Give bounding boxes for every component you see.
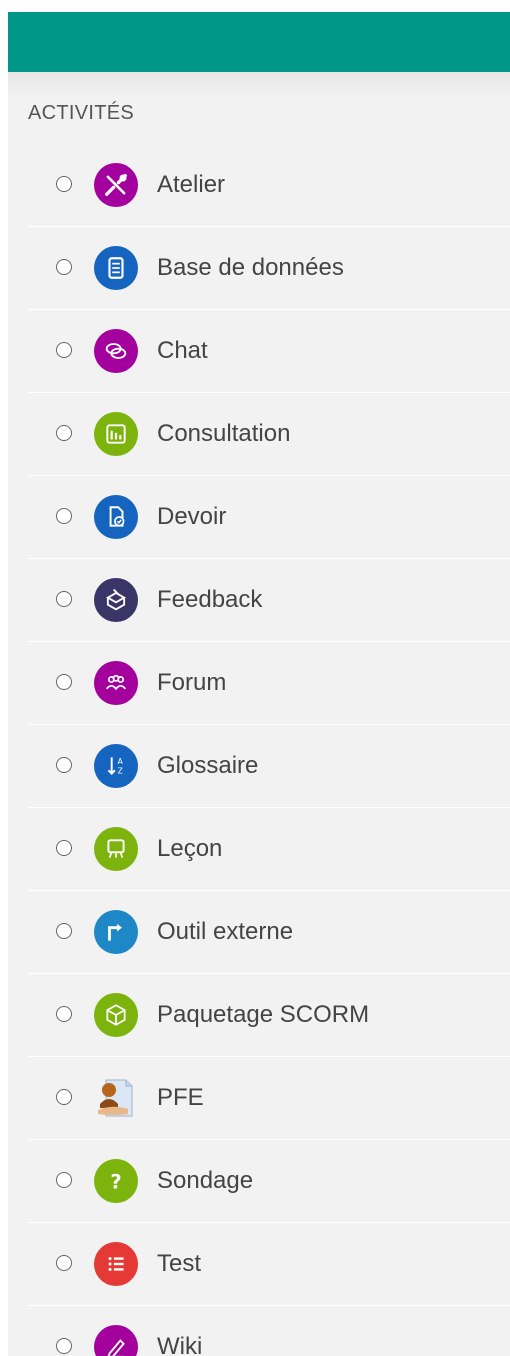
radio-button[interactable] (56, 923, 72, 939)
svg-text:A: A (118, 757, 124, 766)
radio-button[interactable] (56, 176, 72, 192)
radio-button[interactable] (56, 342, 72, 358)
activity-item-glossaire[interactable]: A Z Glossaire (28, 725, 510, 808)
activity-label: Glossaire (157, 752, 259, 779)
radio-button[interactable] (56, 1172, 72, 1188)
radio-button[interactable] (56, 674, 72, 690)
radio-button[interactable] (56, 1006, 72, 1022)
chart-icon (94, 412, 138, 456)
lesson-icon (94, 827, 138, 871)
activity-label: Consultation (157, 420, 291, 447)
external-tool-icon (94, 910, 138, 954)
activities-panel: ACTIVITÉS Atelier Base de données Chat C… (8, 12, 510, 1356)
activity-item-devoir[interactable]: Devoir (28, 476, 510, 559)
activity-item-atelier[interactable]: Atelier (28, 144, 510, 227)
radio-button[interactable] (56, 259, 72, 275)
activity-item-sondage[interactable]: ? Sondage (28, 1140, 510, 1223)
panel-header (8, 12, 510, 72)
activity-item-consultation[interactable]: Consultation (28, 393, 510, 476)
test-icon (94, 1242, 138, 1286)
pfe-icon (94, 1076, 138, 1120)
radio-button[interactable] (56, 840, 72, 856)
scorm-package-icon (94, 993, 138, 1037)
header-shadow (8, 72, 510, 98)
radio-button[interactable] (56, 425, 72, 441)
activity-item-paquetage-scorm[interactable]: Paquetage SCORM (28, 974, 510, 1057)
activity-item-lecon[interactable]: Leçon (28, 808, 510, 891)
radio-button[interactable] (56, 757, 72, 773)
survey-icon: ? (94, 1159, 138, 1203)
activity-item-feedback[interactable]: Feedback (28, 559, 510, 642)
activity-label: Wiki (157, 1333, 203, 1356)
radio-button[interactable] (56, 1089, 72, 1105)
activity-list: Atelier Base de données Chat Consultatio… (28, 144, 510, 1356)
activity-label: Chat (157, 337, 208, 364)
activity-label: Feedback (157, 586, 263, 613)
activity-label: Atelier (157, 171, 226, 198)
activity-item-base-de-donnees[interactable]: Base de données (28, 227, 510, 310)
forum-icon (94, 661, 138, 705)
activity-label: Base de données (157, 254, 344, 281)
database-icon (94, 246, 138, 290)
chat-icon (94, 329, 138, 373)
activity-label: Outil externe (157, 918, 294, 945)
radio-button[interactable] (56, 1255, 72, 1271)
activity-item-chat[interactable]: Chat (28, 310, 510, 393)
activity-label: PFE (157, 1084, 204, 1111)
activity-item-forum[interactable]: Forum (28, 642, 510, 725)
radio-button[interactable] (56, 591, 72, 607)
activity-label: Test (157, 1250, 202, 1277)
activity-item-pfe[interactable]: PFE (28, 1057, 510, 1140)
radio-button[interactable] (56, 1338, 72, 1354)
wiki-icon (94, 1325, 138, 1356)
svg-text:Z: Z (118, 767, 123, 776)
activity-label: Paquetage SCORM (157, 1001, 370, 1028)
section-title: ACTIVITÉS (28, 102, 135, 124)
activity-label: Sondage (157, 1167, 254, 1194)
activity-item-outil-externe[interactable]: Outil externe (28, 891, 510, 974)
activity-item-test[interactable]: Test (28, 1223, 510, 1306)
activity-label: Devoir (157, 503, 227, 530)
activity-label: Forum (157, 669, 227, 696)
tools-icon (94, 163, 138, 207)
svg-text:?: ? (110, 1171, 121, 1194)
glossary-icon: A Z (94, 744, 138, 788)
activity-label: Leçon (157, 835, 223, 862)
activity-item-wiki[interactable]: Wiki (28, 1306, 510, 1356)
feedback-box-icon (94, 578, 138, 622)
assignment-icon (94, 495, 138, 539)
radio-button[interactable] (56, 508, 72, 524)
